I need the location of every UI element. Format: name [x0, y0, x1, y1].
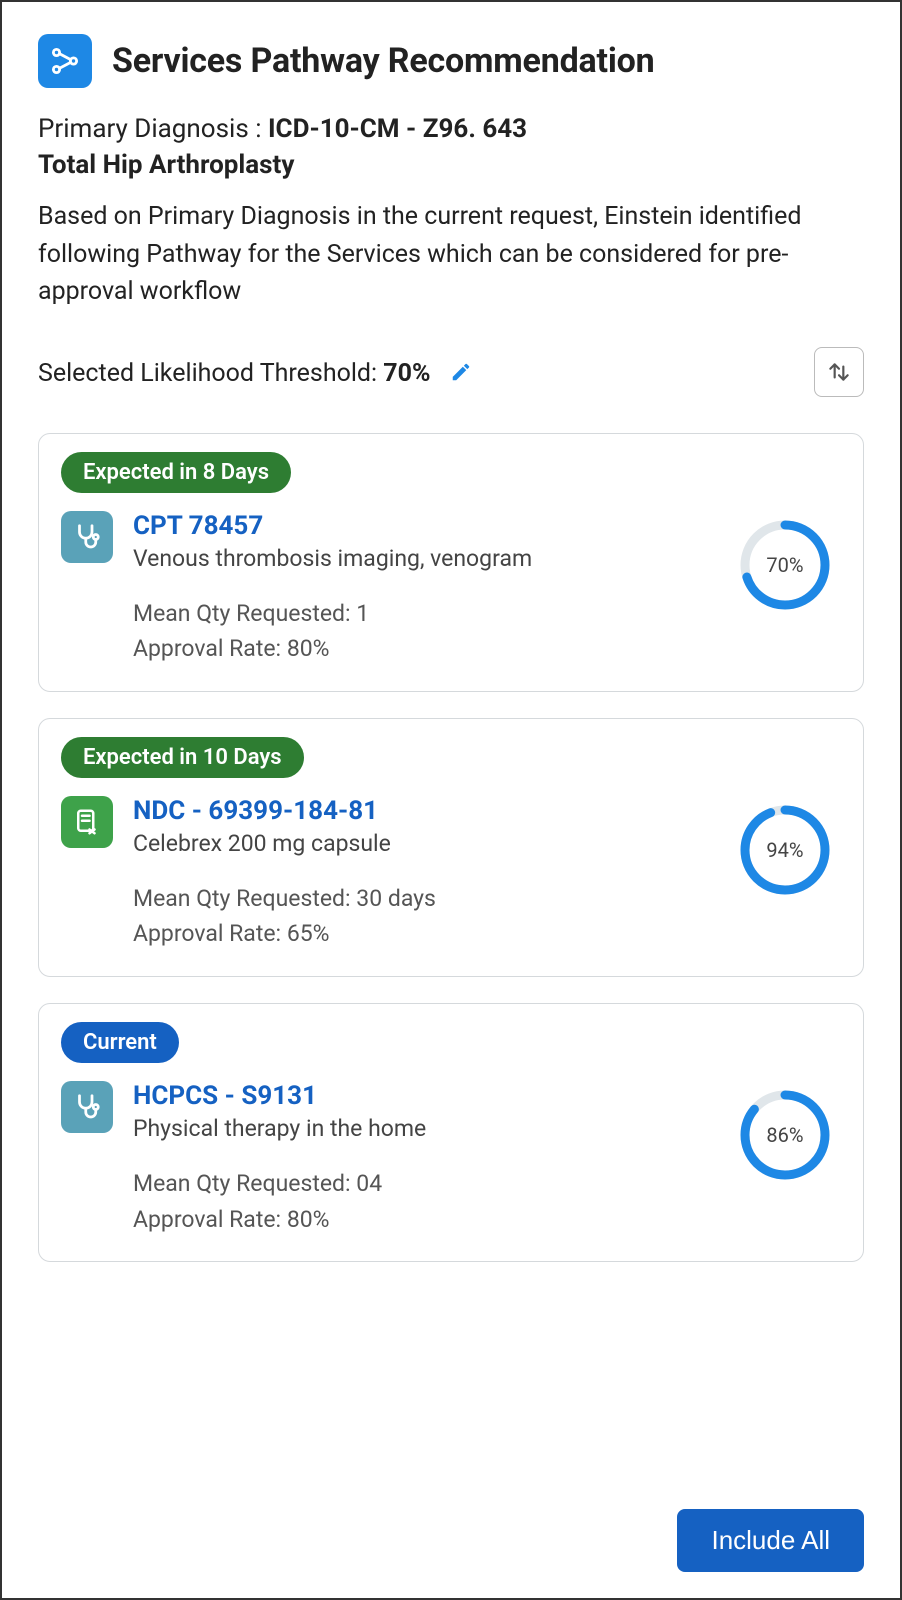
sort-button[interactable]	[814, 347, 864, 397]
service-card: Expected in 10 Days NDC - 69399-184-81 Cel…	[38, 718, 864, 977]
threshold-label: Selected Likelihood Threshold:	[38, 359, 383, 388]
timing-pill: Expected in 8 Days	[61, 452, 291, 493]
likelihood-donut: 70%	[737, 517, 833, 613]
service-card: Expected in 8 Days CPT 78457 Venous thromb…	[38, 433, 864, 692]
rx-icon	[61, 796, 113, 848]
service-code[interactable]: HCPCS - S9131	[133, 1081, 707, 1111]
threshold-value: 70%	[383, 359, 430, 388]
service-card: Current HCPCS - S9131 Physical therapy in …	[38, 1003, 864, 1262]
diagnosis-name: Total Hip Arthroplasty	[38, 150, 864, 180]
timing-pill: Expected in 10 Days	[61, 737, 304, 778]
page-title: Services Pathway Recommendation	[112, 41, 654, 81]
mean-qty: Mean Qty Requested: 30 days	[133, 881, 707, 917]
diagnosis-line: Primary Diagnosis : ICD-10-CM - Z96. 643	[38, 114, 864, 144]
stethoscope-icon	[61, 1081, 113, 1133]
mean-qty: Mean Qty Requested: 04	[133, 1166, 707, 1202]
service-code[interactable]: NDC - 69399-184-81	[133, 796, 707, 826]
service-description: Celebrex 200 mg capsule	[133, 830, 707, 857]
approval-rate: Approval Rate: 80%	[133, 631, 707, 667]
diagnosis-label: Primary Diagnosis :	[38, 114, 262, 144]
service-code[interactable]: CPT 78457	[133, 511, 707, 541]
approval-rate: Approval Rate: 65%	[133, 916, 707, 952]
include-all-button[interactable]: Include All	[677, 1509, 864, 1572]
likelihood-donut: 94%	[737, 802, 833, 898]
service-description: Physical therapy in the home	[133, 1115, 707, 1142]
stethoscope-icon	[61, 511, 113, 563]
threshold-text: Selected Likelihood Threshold: 70%	[38, 356, 475, 388]
likelihood-donut: 86%	[737, 1087, 833, 1183]
header: Services Pathway Recommendation	[38, 34, 864, 88]
app-icon	[38, 34, 92, 88]
likelihood-value: 94%	[737, 802, 833, 898]
intro-text: Based on Primary Diagnosis in the curren…	[38, 198, 864, 311]
diagnosis-code: ICD-10-CM - Z96. 643	[268, 114, 527, 144]
threshold-row: Selected Likelihood Threshold: 70%	[38, 347, 864, 397]
service-description: Venous thrombosis imaging, venogram	[133, 545, 707, 572]
mean-qty: Mean Qty Requested: 1	[133, 596, 707, 632]
edit-threshold-icon[interactable]	[447, 358, 475, 386]
timing-pill: Current	[61, 1022, 179, 1063]
approval-rate: Approval Rate: 80%	[133, 1202, 707, 1238]
likelihood-value: 86%	[737, 1087, 833, 1183]
likelihood-value: 70%	[737, 517, 833, 613]
